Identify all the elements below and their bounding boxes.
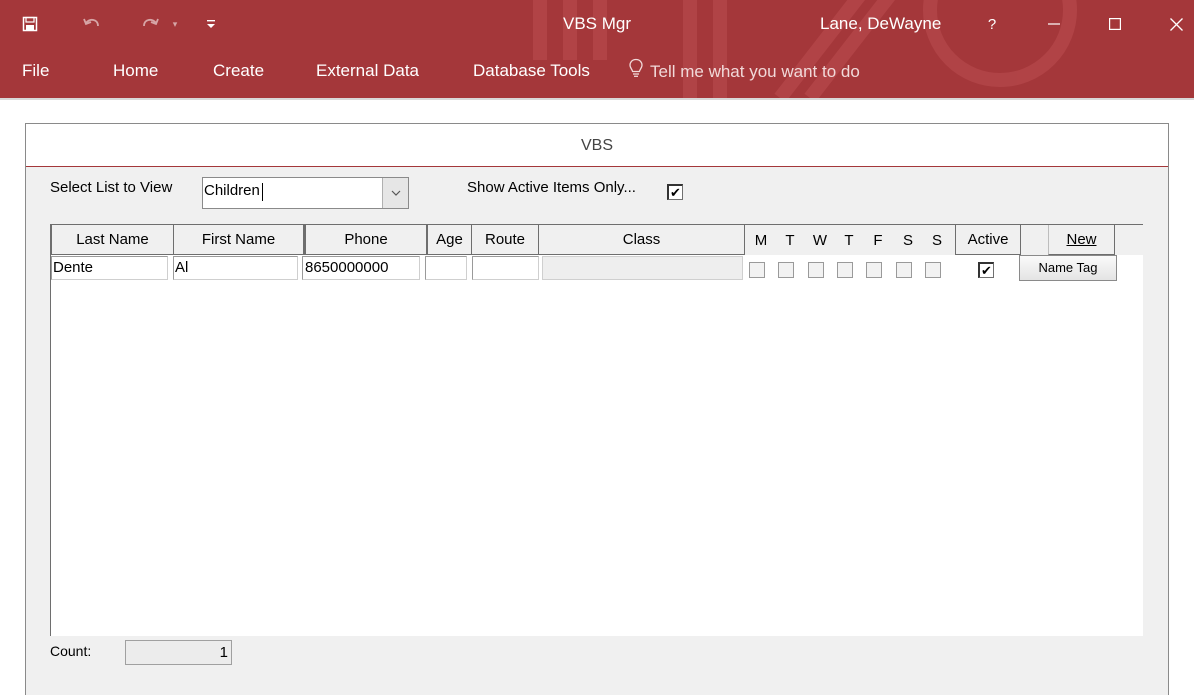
class-field [542,256,743,280]
ribbon-border [0,98,1194,100]
close-icon[interactable] [1156,10,1194,38]
text-cursor [262,183,263,201]
header-day-sunday: S [931,232,942,249]
header-class: Class [538,225,745,255]
count-label: Count: [50,643,92,659]
menu-external-data[interactable]: External Data [316,58,419,84]
name-tag-button[interactable]: Name Tag [1019,255,1117,281]
active-only-checkbox[interactable]: ✔ [667,184,683,200]
header-day-thursday: T [844,232,854,249]
tell-me-text: Tell me what you want to do [650,62,860,81]
header-active: Active [955,225,1021,255]
help-button[interactable]: ? [972,10,1012,38]
minimize-icon[interactable] [1034,10,1074,38]
route-field[interactable] [472,256,539,280]
header-day-saturday: S [902,232,913,249]
form-title: VBS [26,124,1168,167]
menu-file[interactable]: File [22,58,49,84]
vbs-form: VBS Select List to View Children Show Ac… [25,123,1169,695]
new-record-link[interactable]: New [1048,225,1115,255]
children-list: Last Name First Name Phone Age Route Cla… [50,224,1144,636]
save-icon[interactable] [18,12,42,36]
title-bar: ▾ VBS Mgr Lane, DeWayne ? File Home Crea… [0,0,1194,98]
last-name-field[interactable]: Dente [51,256,168,280]
select-list-combo[interactable]: Children [202,177,409,209]
day-checkbox-sunday[interactable] [925,262,941,278]
phone-field[interactable]: 8650000000 [302,256,420,280]
checkmark-icon: ✔ [670,185,681,200]
undo-icon[interactable] [78,12,106,36]
header-first-name: First Name [173,225,304,255]
lightbulb-icon [628,58,644,86]
header-phone: Phone [304,225,427,255]
header-day-monday: M [754,232,768,249]
redo-icon[interactable] [136,12,164,36]
menu-home[interactable]: Home [113,58,158,84]
age-field[interactable] [425,256,467,280]
day-checkbox-friday[interactable] [866,262,882,278]
menu-database-tools[interactable]: Database Tools [473,58,590,84]
day-checkbox-thursday[interactable] [837,262,853,278]
header-route: Route [471,225,539,255]
day-checkbox-tuesday[interactable] [778,262,794,278]
day-checkbox-monday[interactable] [749,262,765,278]
checkmark-icon: ✔ [981,263,992,278]
day-checkbox-wednesday[interactable] [808,262,824,278]
restore-icon[interactable] [1095,10,1135,38]
column-header-row: Last Name First Name Phone Age Route Cla… [51,225,1144,255]
redo-dropdown-icon[interactable]: ▾ [168,16,182,32]
customize-icon[interactable] [202,14,220,34]
header-day-wednesday: W [812,232,828,249]
select-list-value[interactable]: Children [204,182,260,199]
header-last-name: Last Name [51,225,174,255]
header-day-tuesday: T [785,232,795,249]
header-day-friday: F [873,232,883,249]
ribbon-menu: File Home Create External Data Database … [0,58,1194,86]
select-list-label: Select List to View [50,179,173,196]
menu-create[interactable]: Create [213,58,264,84]
day-checkbox-saturday[interactable] [896,262,912,278]
user-name[interactable]: Lane, DeWayne [820,14,941,34]
first-name-field[interactable]: Al [173,256,298,280]
chevron-down-icon[interactable] [382,178,408,208]
header-age: Age [427,225,472,255]
active-only-label: Show Active Items Only... [467,179,636,196]
active-checkbox[interactable]: ✔ [978,262,994,278]
new-link-label[interactable]: New [1066,231,1096,248]
tell-me-search[interactable]: Tell me what you want to do [628,58,860,86]
count-value: 1 [125,640,232,665]
